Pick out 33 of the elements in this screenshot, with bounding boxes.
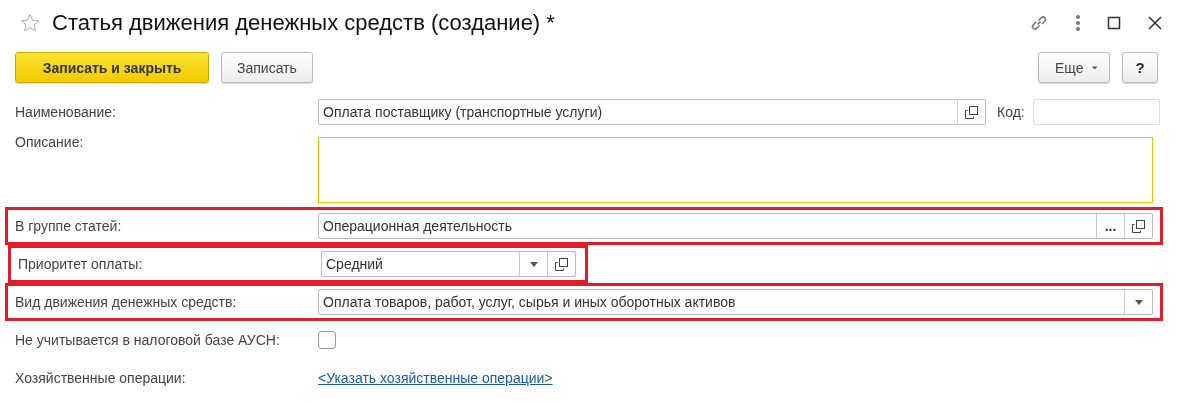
dropdown-field[interactable]: Оплата товаров, работ, услуг, сырья и иных оборотных активов — [318, 289, 1153, 315]
input-field[interactable]: Операционная деятельность ... — [318, 213, 1153, 239]
field-label: Код: — [997, 104, 1025, 120]
more-button[interactable]: Еще — [1038, 52, 1110, 83]
field-label: Вид движения денежных средств: — [15, 294, 238, 310]
input-field[interactable]: Оплата поставщику (транспортные услуги) — [318, 99, 986, 125]
open-window-icon — [1132, 219, 1145, 233]
description-field[interactable] — [318, 137, 1153, 203]
dropdown-field[interactable]: Средний — [321, 251, 576, 277]
window-title: Статья движения денежных средств (создание) * — [52, 10, 555, 36]
maximize-icon[interactable] — [1107, 16, 1121, 30]
star-icon[interactable] — [20, 13, 40, 33]
specify-operations-link[interactable]: <Указать хозяйственные операции> — [318, 364, 553, 392]
caret-icon — [1091, 65, 1097, 70]
field-label: В группе статей: — [15, 218, 123, 234]
choose-button[interactable]: ... — [1096, 214, 1124, 238]
caret-icon — [529, 261, 538, 267]
checkbox[interactable] — [318, 331, 336, 349]
save-and-close-button[interactable]: Записать и закрыть — [15, 52, 209, 83]
help-button[interactable]: ? — [1122, 52, 1158, 83]
save-button[interactable]: Записать — [221, 52, 313, 83]
link-icon[interactable] — [1029, 13, 1049, 33]
caret-icon — [1134, 299, 1143, 305]
open-window-icon — [555, 257, 568, 271]
open-window-icon — [965, 105, 978, 119]
more-icon[interactable] — [1075, 14, 1081, 32]
field-label: Хозяйственные операции: — [15, 370, 187, 386]
field-label: Не учитывается в налоговой базе АУСН: — [15, 332, 281, 348]
field-label: Приоритет оплаты: — [18, 256, 144, 272]
code-field[interactable] — [1032, 99, 1160, 125]
field-label: Описание: — [15, 135, 85, 150]
field-label: Наименование: — [15, 104, 117, 120]
close-icon[interactable] — [1147, 15, 1163, 31]
